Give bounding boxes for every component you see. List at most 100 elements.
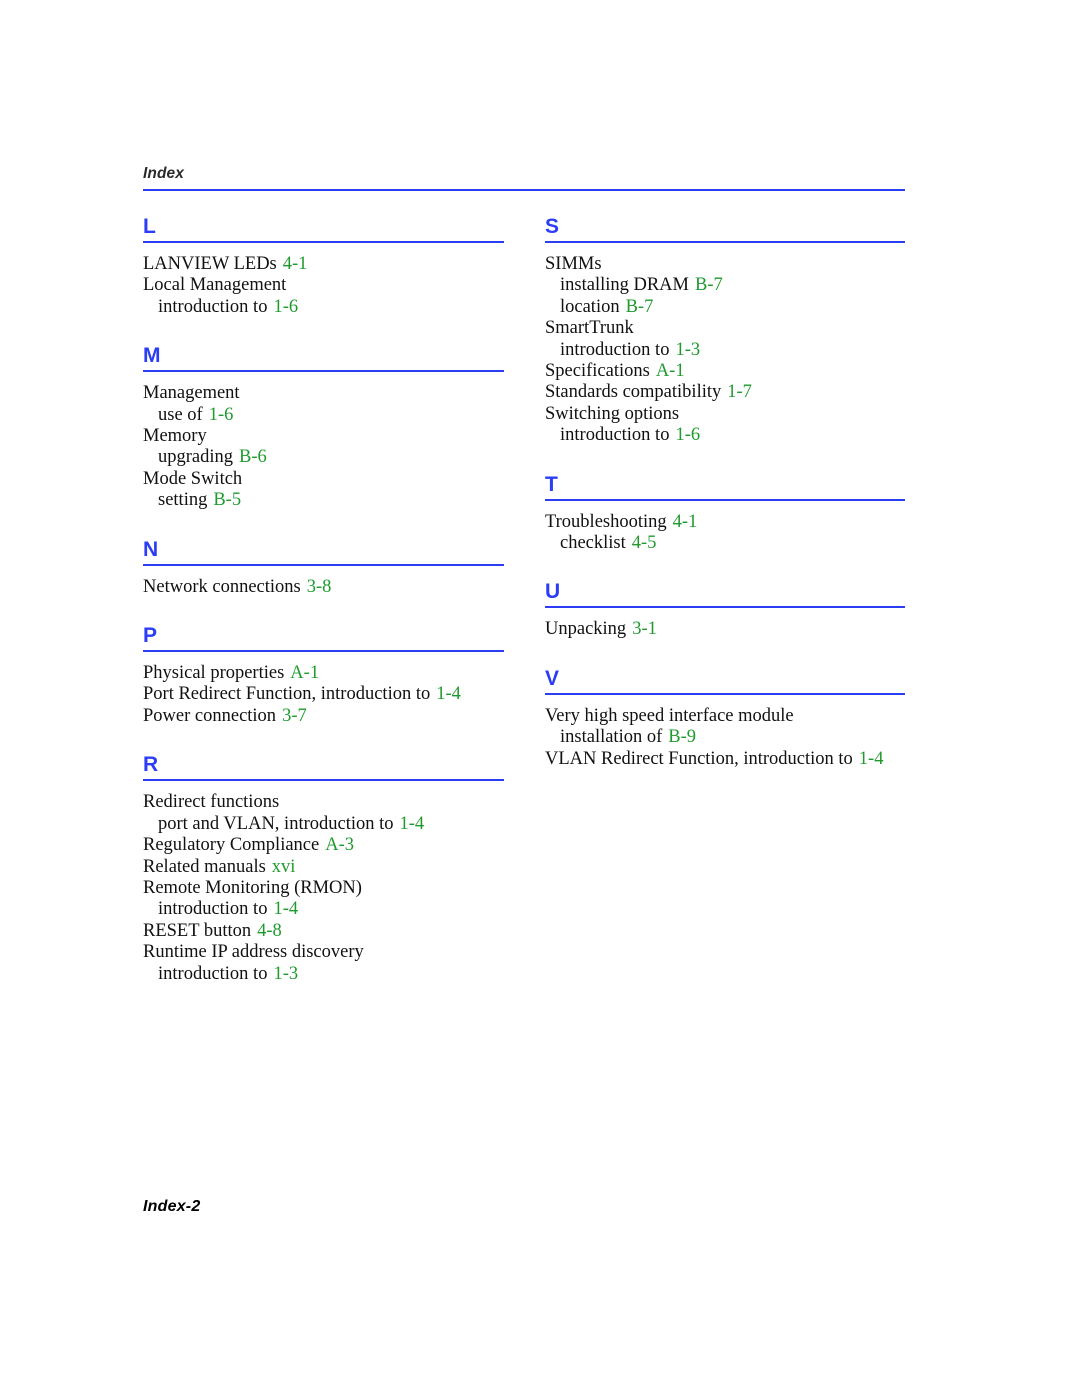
index-subentry: installing DRAM B-7	[545, 275, 905, 296]
index-subentry: introduction to 1-4	[143, 899, 504, 920]
index-entry: Physical properties A-1	[143, 663, 504, 684]
index-entry-page-number[interactable]: 4-8	[251, 921, 282, 941]
index-entry-page-number[interactable]: B-7	[689, 275, 723, 295]
index-entry: Unpacking 3-1	[545, 619, 905, 640]
index-entry-term: introduction to	[158, 963, 268, 984]
index-entry-page-number[interactable]: B-7	[620, 297, 654, 317]
index-entry: Specifications A-1	[545, 361, 905, 382]
index-entry-list: Management use of 1-6 Memory upgrading B-6 Mod…	[143, 372, 504, 511]
section-letter: V	[545, 666, 560, 690]
index-entry-page-number[interactable]: 1-3	[267, 964, 298, 984]
index-entry-term: introduction to	[560, 339, 670, 360]
index-entry-term: SmartTrunk	[545, 318, 634, 339]
index-entry-page-number[interactable]: xvi	[266, 857, 296, 877]
index-entry: Standards compatibility 1-7	[545, 382, 905, 403]
index-entry-list: LANVIEW LEDs 4-1 Local Management introduct…	[143, 243, 504, 318]
section-letter: R	[143, 753, 159, 777]
index-entry: RESET button 4-8	[143, 921, 504, 942]
index-entry-page-number[interactable]: B-6	[233, 447, 267, 467]
index-page: Index L LANVIEW LEDs 4-1 Local Management in…	[0, 0, 1080, 1397]
index-entry: SIMMs	[545, 254, 905, 275]
index-entry-term: Specifications	[545, 361, 650, 382]
index-entry-page-number[interactable]: 3-8	[301, 577, 332, 597]
index-entry-page-number[interactable]: 1-4	[394, 814, 425, 834]
index-entry-term: checklist	[560, 533, 626, 554]
index-subentry: setting B-5	[143, 490, 504, 511]
index-entry-page-number[interactable]: B-5	[207, 490, 241, 510]
index-entry-page-number[interactable]: 4-1	[277, 254, 308, 274]
index-section-r: R Redirect functions port and VLAN, introd…	[143, 754, 504, 985]
index-entry: Regulatory Compliance A-3	[143, 835, 504, 856]
index-subentry: introduction to 1-3	[545, 340, 905, 361]
index-section-l: L LANVIEW LEDs 4-1 Local Management introduc…	[143, 216, 504, 318]
section-letter: U	[545, 580, 561, 604]
index-entry-term: Standards compatibility	[545, 382, 722, 403]
index-entry-term: setting	[158, 490, 208, 511]
index-entry-term: SIMMs	[545, 254, 602, 274]
index-entry-page-number[interactable]: 1-6	[267, 297, 298, 317]
index-entry: LANVIEW LEDs 4-1	[143, 254, 504, 275]
header-rule	[143, 188, 905, 191]
index-entry: VLAN Redirect Function, introduction to 1…	[545, 749, 905, 770]
index-entry-term: port and VLAN, introduction to	[158, 813, 394, 834]
section-letter: L	[143, 215, 156, 238]
index-entry-page-number[interactable]: 4-5	[626, 533, 657, 553]
index-entry-page-number[interactable]: A-1	[284, 663, 319, 683]
index-columns: L LANVIEW LEDs 4-1 Local Management introduc…	[143, 216, 905, 985]
running-header: Index	[143, 166, 905, 191]
index-entry: Management	[143, 383, 504, 404]
index-entry: Memory	[143, 426, 504, 447]
index-entry-page-number[interactable]: A-3	[319, 835, 354, 855]
section-head-r: R	[143, 753, 504, 782]
index-entry-term: VLAN Redirect Function, introduction to	[545, 748, 853, 769]
index-entry-term: introduction to	[158, 296, 268, 317]
index-entry-term: Redirect functions	[143, 792, 280, 813]
section-head-n: N	[143, 538, 504, 566]
index-section-t: T Troubleshooting 4-1 checklist 4-5	[545, 473, 905, 555]
section-head-v: V	[545, 666, 905, 695]
footer-page-number: Index-2	[143, 1198, 201, 1215]
index-entry-list: Troubleshooting 4-1 checklist 4-5	[545, 501, 905, 555]
index-entry-page-number[interactable]: 3-1	[626, 619, 657, 639]
index-entry-term: Related manuals	[143, 856, 266, 877]
index-entry: Troubleshooting 4-1	[545, 512, 905, 533]
index-entry-term: introduction to	[560, 425, 670, 446]
index-entry-list: Network connections 3-8	[143, 566, 504, 598]
index-subentry: introduction to 1-6	[545, 425, 905, 446]
index-entry-page-number[interactable]: 1-4	[267, 899, 298, 919]
index-entry-term: Network connections	[143, 576, 301, 597]
index-subentry: introduction to 1-3	[143, 964, 504, 985]
index-entry-page-number[interactable]: 1-4	[430, 684, 461, 704]
index-entry-list: SIMMs installing DRAM B-7 location B-7 SmartT…	[545, 243, 905, 447]
index-entry-term: introduction to	[158, 899, 268, 920]
index-entry-page-number[interactable]: B-9	[662, 727, 696, 747]
index-entry: Remote Monitoring (RMON)	[143, 878, 504, 899]
index-entry: Power connection 3-7	[143, 706, 504, 727]
right-column: S SIMMs installing DRAM B-7 location B-7 Smart…	[545, 216, 905, 770]
section-head-s: S	[545, 216, 905, 243]
index-entry-page-number[interactable]: 3-7	[276, 706, 307, 726]
section-letter: S	[545, 215, 560, 238]
index-entry: SmartTrunk	[545, 318, 905, 339]
index-entry: Runtime IP address discovery	[143, 942, 504, 963]
index-entry-page-number[interactable]: 1-6	[669, 425, 700, 445]
section-head-t: T	[545, 473, 905, 501]
index-entry-term: Very high speed interface module	[545, 705, 794, 726]
index-entry: Mode Switch	[143, 469, 504, 490]
index-section-s: S SIMMs installing DRAM B-7 location B-7 Smart…	[545, 216, 905, 447]
index-entry-page-number[interactable]: 1-3	[669, 340, 700, 360]
index-entry-page-number[interactable]: A-1	[650, 361, 685, 381]
index-section-m: M Management use of 1-6 Memory upgrading B-6 Mo…	[143, 345, 504, 511]
index-entry-page-number[interactable]: 1-4	[853, 749, 884, 769]
index-entry-page-number[interactable]: 1-7	[721, 382, 752, 402]
index-entry-page-number[interactable]: 1-6	[203, 405, 234, 425]
index-entry-term: use of	[158, 404, 203, 425]
index-entry-term: Remote Monitoring (RMON)	[143, 877, 362, 898]
index-entry-term: Runtime IP address discovery	[143, 942, 364, 963]
index-section-n: N Network connections 3-8	[143, 538, 504, 598]
section-head-m: M	[143, 345, 504, 373]
index-entry: Related manuals xvi	[143, 857, 504, 878]
index-entry-page-number[interactable]: 4-1	[667, 512, 698, 532]
index-section-v: V Very high speed interface module install…	[545, 666, 905, 770]
index-entry: Switching options	[545, 404, 905, 425]
